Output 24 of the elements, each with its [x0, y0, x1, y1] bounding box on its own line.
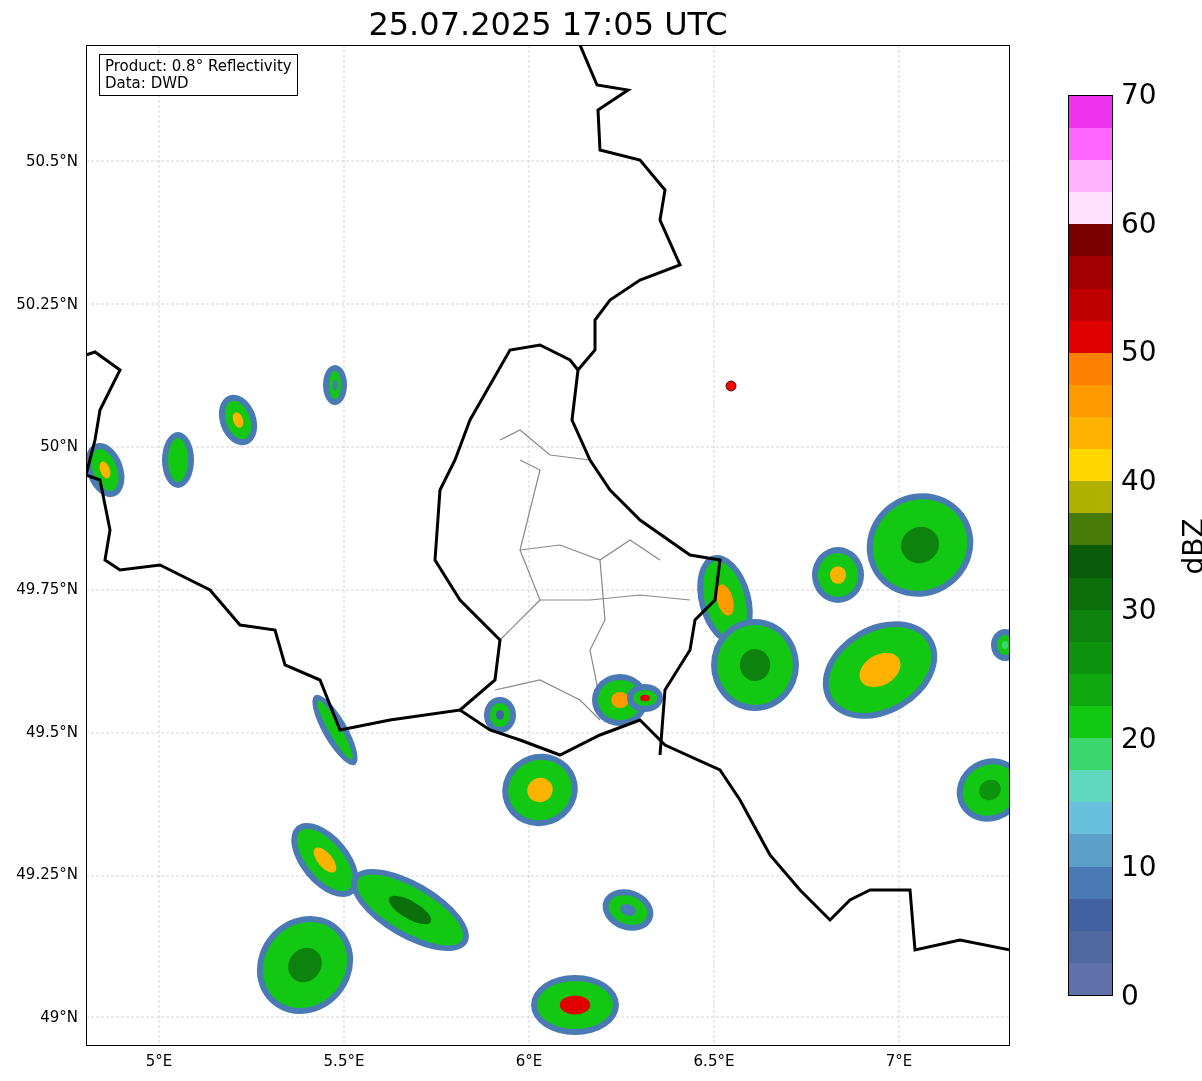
legend-text: Product: 0.8° Reflectivity	[105, 58, 292, 75]
scale-label: 0	[1121, 982, 1139, 1010]
scale-label: 60	[1121, 209, 1157, 238]
legend-text: Data: DWD	[105, 75, 190, 92]
unit-label: dBZ	[1176, 518, 1202, 575]
latitude-label: 49.25°N	[16, 865, 78, 884]
latitude-label: 49.75°N	[16, 580, 78, 598]
latitude-label: 50.5°N	[25, 152, 78, 170]
scale-label: 70	[1121, 81, 1157, 109]
scale-label: 20	[1121, 724, 1157, 753]
latitude-label: 49°N	[40, 1008, 78, 1026]
scale-label: 50	[1121, 338, 1157, 367]
latitude-label: 50°N	[40, 437, 78, 456]
latitude-label: 49.5°N	[25, 722, 78, 741]
longitude-label: 6°E	[515, 1052, 543, 1070]
scale-label: 10	[1121, 853, 1157, 882]
longitude-label: 7°E	[885, 1052, 913, 1070]
scale-label: 40	[1121, 467, 1157, 496]
latitude-label: 50.25°N	[16, 294, 78, 313]
longitude-label: 6.5°E	[693, 1052, 735, 1070]
scale-label: 30	[1121, 595, 1157, 624]
longitude-label: 5°E	[145, 1052, 173, 1070]
chart-title: 25.07.2025 17:05 UTC	[367, 4, 729, 45]
longitude-label: 5.5°E	[323, 1052, 365, 1070]
